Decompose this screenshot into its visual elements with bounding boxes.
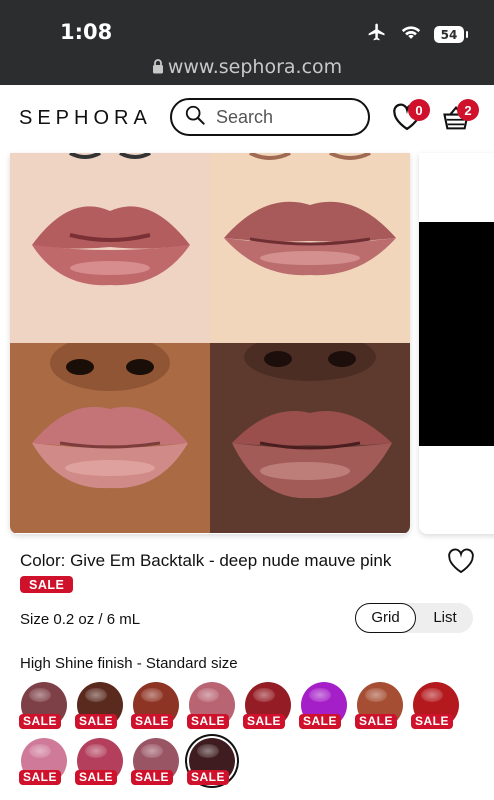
airplane-icon	[366, 22, 388, 47]
lock-icon	[152, 57, 164, 79]
basket-button[interactable]: 2	[441, 99, 479, 138]
site-header: SEPHORA 0 2	[0, 85, 494, 154]
basket-count-badge: 2	[457, 99, 479, 121]
shade-swatch[interactable]: SALE	[19, 682, 67, 729]
status-icons: 54	[366, 22, 468, 47]
lip-swatch-photo-medium-light	[210, 153, 410, 343]
swatch-sale-badge: SALE	[187, 714, 230, 729]
shade-swatch[interactable]: SALE	[131, 738, 179, 785]
shade-swatch[interactable]: SALE	[355, 682, 403, 729]
shade-swatch[interactable]: SALE	[243, 682, 291, 729]
swatch-sale-badge: SALE	[411, 714, 454, 729]
selected-color-label: Color: Give Em Backtalk - deep nude mauv…	[20, 551, 392, 570]
finish-label: High Shine finish - Standard size	[20, 655, 238, 672]
sale-badge: SALE	[20, 576, 74, 593]
swatch-sale-badge: SALE	[243, 714, 286, 729]
shade-swatch[interactable]: SALE	[131, 682, 179, 729]
product-image[interactable]	[10, 153, 410, 534]
next-product-image[interactable]	[419, 153, 494, 534]
swatch-sale-badge: SALE	[187, 770, 230, 785]
shade-swatch[interactable]: SALE	[75, 682, 123, 729]
wifi-icon	[400, 23, 422, 46]
status-time: 1:08	[60, 20, 113, 44]
lip-swatch-photo-deep	[210, 343, 410, 533]
url-text: www.sephora.com	[167, 56, 343, 78]
sephora-logo[interactable]: SEPHORA	[19, 107, 152, 130]
shade-swatch[interactable]: SALE	[187, 738, 235, 785]
view-toggle: Grid List	[355, 603, 473, 633]
swatch-sale-badge: SALE	[19, 714, 62, 729]
product-gallery[interactable]	[0, 153, 494, 538]
shade-swatch[interactable]: SALE	[299, 682, 347, 729]
battery-icon: 54	[434, 26, 468, 43]
url-bar[interactable]: www.sephora.com	[0, 56, 494, 79]
swatch-sale-badge: SALE	[299, 714, 342, 729]
search-input[interactable]	[214, 105, 358, 129]
shade-swatch[interactable]: SALE	[187, 682, 235, 729]
heart-outline-icon	[447, 548, 475, 578]
swatch-sale-badge: SALE	[75, 770, 118, 785]
shade-swatch[interactable]: SALE	[19, 738, 67, 785]
shade-swatch[interactable]: SALE	[411, 682, 459, 729]
list-view-button[interactable]: List	[417, 603, 473, 633]
loves-button[interactable]: 0	[392, 99, 430, 136]
status-bar: 1:08 54 www.sephora.com	[0, 0, 494, 85]
search-icon	[184, 104, 206, 131]
love-product-button[interactable]	[447, 548, 475, 579]
swatch-sale-badge: SALE	[75, 714, 118, 729]
size-label: Size 0.2 oz / 6 mL	[20, 611, 141, 628]
basket-icon	[441, 105, 471, 137]
search-box[interactable]	[170, 98, 370, 136]
loves-count-badge: 0	[408, 99, 430, 121]
shade-swatch[interactable]: SALE	[75, 738, 123, 785]
swatch-sale-badge: SALE	[19, 770, 62, 785]
grid-view-button[interactable]: Grid	[355, 603, 416, 633]
swatch-sale-badge: SALE	[355, 714, 398, 729]
lip-swatch-photo-medium-deep	[10, 343, 210, 533]
lip-swatch-photo-light	[10, 153, 210, 343]
swatch-sale-badge: SALE	[131, 714, 174, 729]
swatch-sale-badge: SALE	[131, 770, 174, 785]
